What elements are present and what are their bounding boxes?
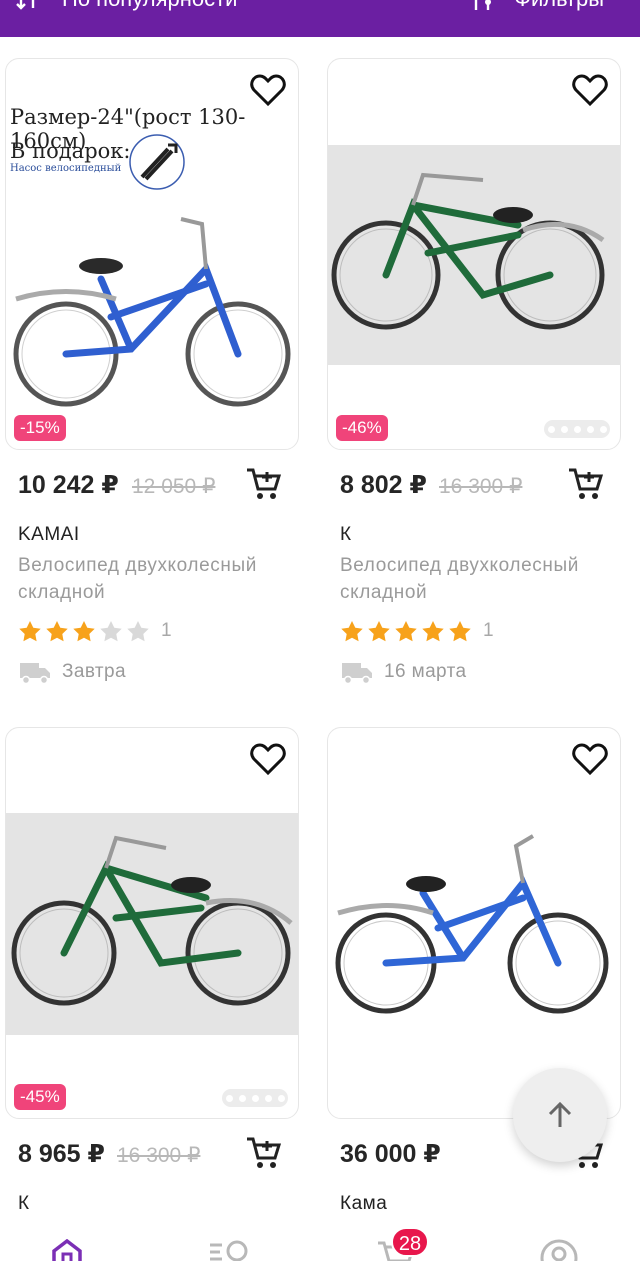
bottom-navigation [0,1211,640,1261]
product-title[interactable]: Велосипед двухколесный складной [340,552,630,606]
favorite-heart-icon[interactable] [572,742,608,776]
sort-button[interactable]: По популярности [14,0,237,12]
favorite-heart-icon[interactable] [250,73,286,107]
brand-name: К [340,524,352,545]
old-price: 12 050 ₽ [132,475,216,498]
delivery-info: Завтра [18,660,126,684]
filter-label: Фильтры [514,0,604,12]
product-image[interactable]: Размер-24"(рост 130-160см) В подарок: На… [5,58,299,450]
favorite-heart-icon[interactable] [250,742,286,776]
old-price: 16 300 ₽ [117,1144,201,1167]
bicycle-image [11,835,293,1006]
home-icon[interactable] [50,1239,84,1261]
image-pagination-dots[interactable] [544,420,610,438]
star-filled-icon [19,621,41,642]
image-caption: Насос велосипедный [10,163,122,174]
price: 8 965 ₽ [18,1140,105,1168]
bicycle-image [331,172,605,330]
delivery-truck-icon [20,663,50,684]
price: 36 000 ₽ [340,1140,441,1168]
review-count: 1 [161,620,172,641]
top-bar: По популярности Фильтры [0,0,640,37]
catalog-search-icon[interactable] [208,1239,252,1261]
star-filled-icon [341,621,363,642]
rating: 1 [18,620,172,642]
bicycle-image [335,834,609,1014]
star-filled-icon [46,621,68,642]
filter-icon [475,0,492,10]
brand-name: KAMAI [18,524,80,545]
star-filled-icon [73,621,95,642]
star-filled-icon [368,621,390,642]
delivery-info: 16 марта [340,660,466,684]
cart-count-badge: 28 [391,1227,429,1257]
star-empty-icon [100,621,122,642]
sort-label: По популярности [62,0,237,12]
add-to-cart-icon[interactable] [567,466,603,502]
old-price: 16 300 ₽ [439,475,523,498]
product-title[interactable]: Велосипед двухколесный складной [18,552,308,606]
delivery-truck-icon [342,663,372,684]
review-count: 1 [483,620,494,641]
favorite-heart-icon[interactable] [572,73,608,107]
discount-badge: -45% [14,1084,66,1110]
star-filled-icon [422,621,444,642]
star-empty-icon [127,621,149,642]
price: 8 802 ₽ [340,471,427,499]
price: 10 242 ₽ [18,471,119,499]
discount-badge: -46% [336,415,388,441]
delivery-date: Завтра [62,661,126,682]
add-to-cart-icon[interactable] [245,1135,281,1171]
add-to-cart-icon[interactable] [245,466,281,502]
pump-icon [129,134,185,190]
scroll-to-top-button[interactable] [513,1068,607,1162]
filter-button[interactable]: Фильтры [472,0,604,12]
discount-badge: -15% [14,415,66,441]
image-caption: В подарок: [10,139,131,163]
star-filled-icon [395,621,417,642]
rating: 1 [340,620,494,642]
delivery-date: 16 марта [384,661,467,682]
sort-arrows-icon [16,0,35,10]
arrow-up-icon [548,1101,572,1127]
profile-icon[interactable] [540,1239,578,1261]
star-filled-icon [449,621,471,642]
product-image[interactable]: -46% [327,58,621,450]
image-pagination-dots[interactable] [222,1089,288,1107]
product-image[interactable] [327,727,621,1119]
bicycle-image [13,217,291,407]
product-image[interactable]: -45% [5,727,299,1119]
